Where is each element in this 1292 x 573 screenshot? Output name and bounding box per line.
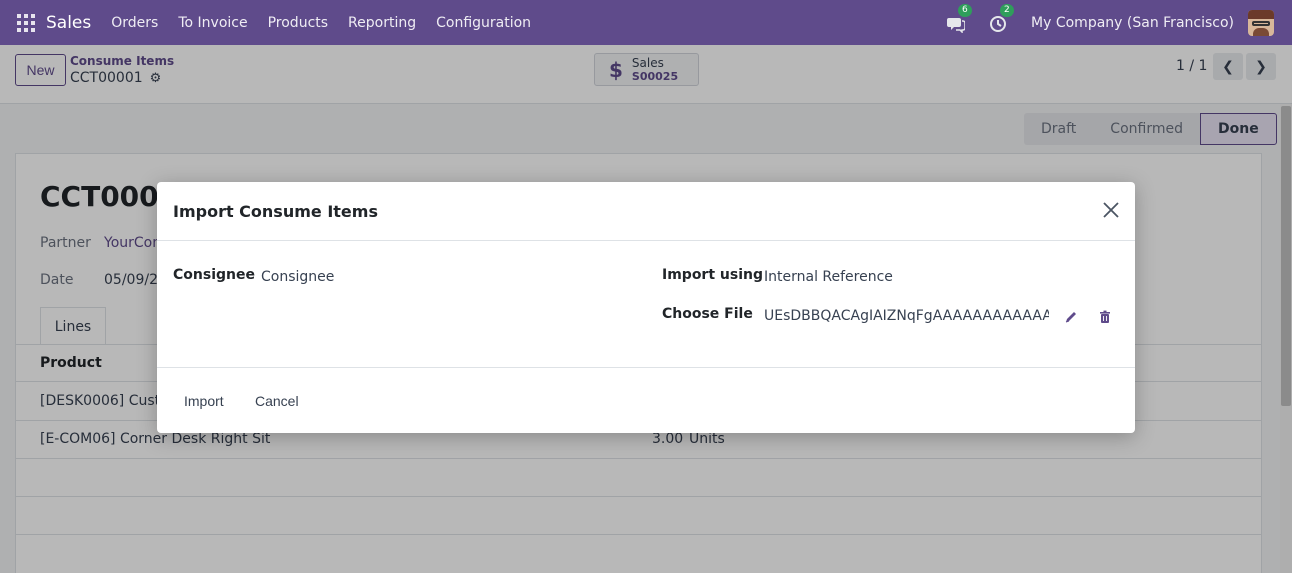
trash-icon[interactable] <box>1098 310 1112 324</box>
menu-item-configuration[interactable]: Configuration <box>436 15 531 31</box>
pencil-icon[interactable] <box>1064 310 1078 324</box>
apps-grid-icon[interactable] <box>17 13 35 32</box>
main-menu: Orders To Invoice Products Reporting Con… <box>111 15 551 31</box>
choose-file-label: Choose File <box>662 306 753 322</box>
choose-file-value: UEsDBBQACAgIAIZNqFgAAAAAAAAAAAAA <box>764 308 1049 324</box>
activities-count-badge: 2 <box>1000 3 1014 17</box>
import-using-label: Import using <box>662 267 763 283</box>
import-using-field[interactable]: Internal Reference <box>764 269 893 285</box>
menu-item-to-invoice[interactable]: To Invoice <box>178 15 247 31</box>
menu-item-products[interactable]: Products <box>268 15 328 31</box>
activities-clock-icon[interactable]: 2 <box>989 3 1014 33</box>
consignee-label: Consignee <box>173 267 255 283</box>
dialog-title: Import Consume Items <box>173 202 378 221</box>
navbar-right: 6 2 My Company (San Francisco) <box>947 0 1292 45</box>
menu-item-orders[interactable]: Orders <box>111 15 158 31</box>
import-button[interactable]: Import <box>173 386 235 416</box>
control-panel-dim <box>0 45 1292 104</box>
menu-item-reporting[interactable]: Reporting <box>348 15 416 31</box>
cancel-button[interactable]: Cancel <box>244 386 310 416</box>
messages-icon[interactable]: 6 <box>947 3 972 34</box>
import-dialog: Import Consume Items Consignee Consignee… <box>157 182 1135 433</box>
user-avatar[interactable] <box>1248 9 1274 36</box>
dialog-footer: Import Cancel <box>157 367 1135 433</box>
close-icon[interactable] <box>1101 201 1121 221</box>
app-brand[interactable]: Sales <box>46 13 91 33</box>
company-switcher[interactable]: My Company (San Francisco) <box>1031 15 1234 31</box>
top-navbar: Sales Orders To Invoice Products Reporti… <box>0 0 1292 45</box>
consignee-field[interactable]: Consignee <box>261 269 334 285</box>
dialog-header: Import Consume Items <box>157 182 1135 241</box>
messages-count-badge: 6 <box>958 3 972 17</box>
